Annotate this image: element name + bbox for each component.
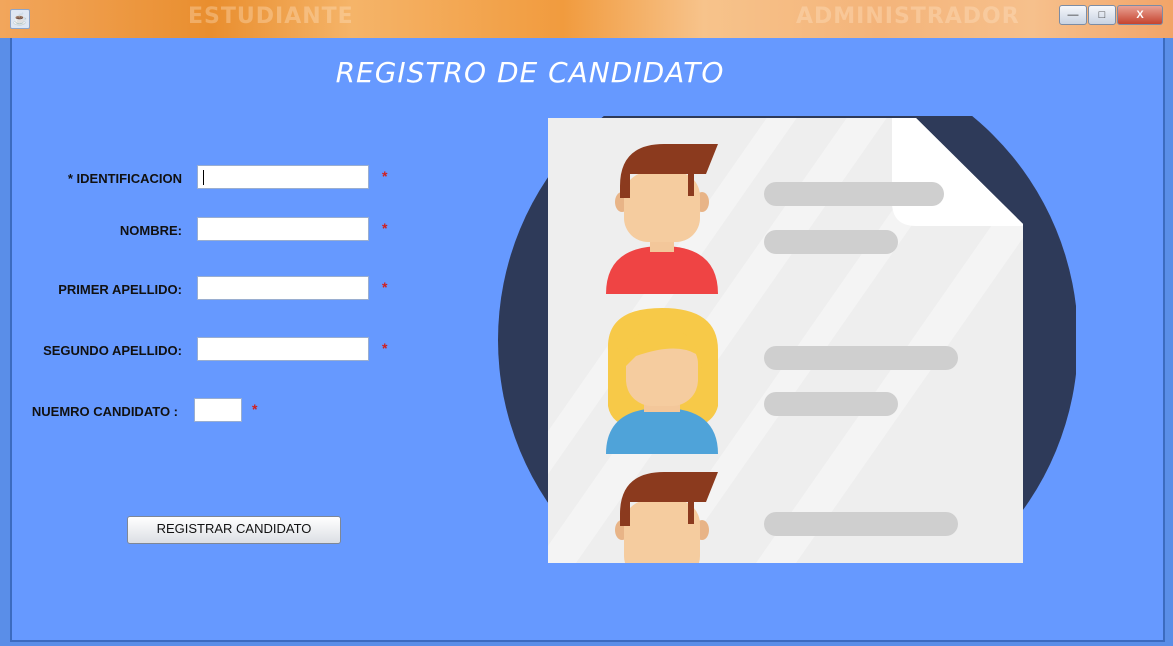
identificacion-label: * IDENTIFICACION [67,171,182,186]
segundo-apellido-required-mark: * [382,340,388,356]
registrar-candidato-button[interactable]: REGISTRAR CANDIDATO [127,516,341,544]
primer-apellido-label: PRIMER APELLIDO: [58,282,182,297]
nombre-input[interactable] [197,217,369,241]
app-window: ☕ ESTUDIANTE ADMINISTRADOR — □ X REGISTR… [0,0,1173,646]
java-app-icon: ☕ [10,9,30,29]
identificacion-input[interactable] [197,165,369,189]
primer-apellido-input[interactable] [197,276,369,300]
nombre-label: NOMBRE: [119,223,182,238]
form-panel: REGISTRO DE CANDIDATO * IDENTIFICACION *… [10,38,1165,642]
segundo-apellido-label: SEGUNDO APELLIDO: [43,343,182,358]
placeholder-line [764,230,898,254]
title-bar: ☕ ESTUDIANTE ADMINISTRADOR — □ X [0,0,1173,38]
placeholder-line [764,182,944,206]
numero-candidato-label: NUEMRO CANDIDATO : [31,404,178,419]
text-caret [203,170,204,185]
placeholder-line [764,512,958,536]
maximize-button[interactable]: □ [1088,5,1116,25]
window-controls: — □ X [1058,5,1163,25]
numero-candidato-required-mark: * [252,401,258,417]
numero-candidato-input[interactable] [194,398,242,422]
primer-apellido-required-mark: * [382,279,388,295]
placeholder-line [764,346,958,370]
candidates-document-illustration [498,116,1076,563]
minimize-button[interactable]: — [1059,5,1087,25]
close-button[interactable]: X [1117,5,1163,25]
placeholder-line [764,392,898,416]
identificacion-required-mark: * [382,168,388,184]
page-title: REGISTRO DE CANDIDATO [335,56,725,89]
female-avatar-icon [606,308,718,454]
segundo-apellido-input[interactable] [197,337,369,361]
nombre-required-mark: * [382,220,388,236]
title-watermark-right: ADMINISTRADOR [796,4,1020,29]
title-watermark-left: ESTUDIANTE [188,4,354,29]
